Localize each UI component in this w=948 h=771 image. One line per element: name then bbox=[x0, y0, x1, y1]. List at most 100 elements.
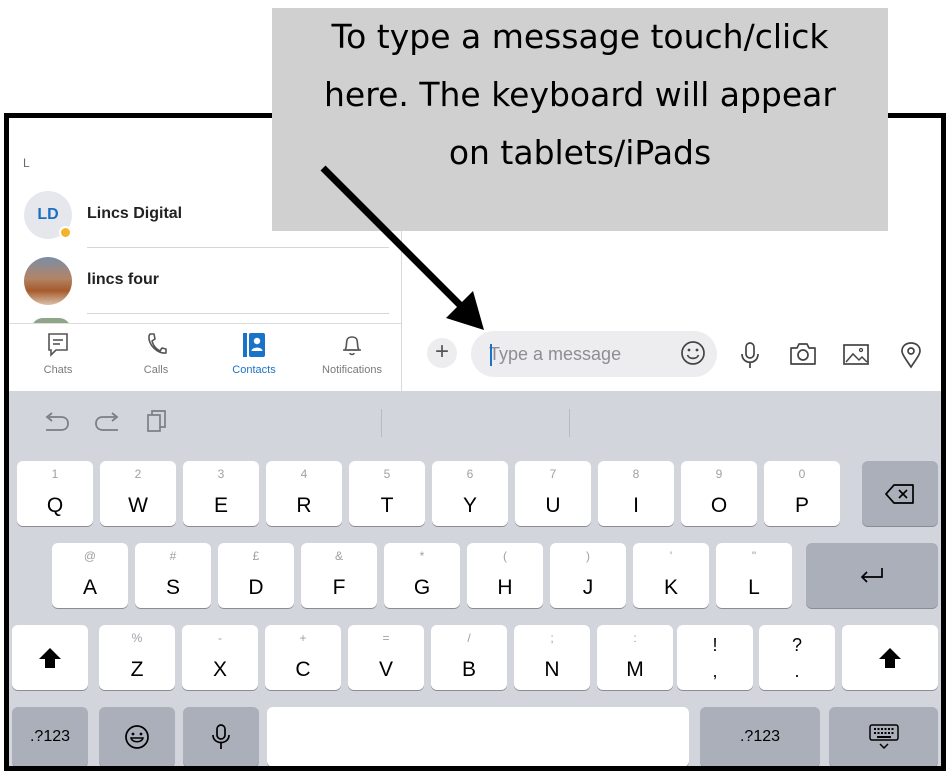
key-question[interactable]: ? . bbox=[759, 625, 835, 690]
chat-icon bbox=[48, 333, 68, 357]
contact-name: lincs four bbox=[87, 271, 160, 288]
key-f[interactable]: & F bbox=[301, 543, 377, 608]
key-letter: F bbox=[332, 576, 346, 599]
key-exclamation[interactable]: ! , bbox=[677, 625, 753, 690]
key-j[interactable]: ) J bbox=[550, 543, 626, 608]
microphone-icon[interactable] bbox=[739, 341, 761, 371]
key-p[interactable]: 0P bbox=[764, 461, 840, 526]
tab-label: Calls bbox=[143, 364, 169, 376]
key-h[interactable]: (H bbox=[467, 543, 543, 608]
key-hint: 8 bbox=[632, 467, 640, 481]
contact-name: Lincs Digital bbox=[87, 205, 183, 222]
key-n[interactable]: ; N bbox=[514, 625, 590, 690]
key-d[interactable]: £ D bbox=[218, 543, 294, 608]
emoji-icon[interactable] bbox=[680, 340, 706, 366]
key-letter: B bbox=[461, 658, 476, 681]
key-s[interactable]: # S bbox=[135, 543, 211, 608]
key-label: .?123 bbox=[29, 728, 71, 745]
emoji-icon bbox=[125, 725, 149, 749]
tab-label: Contacts bbox=[232, 364, 276, 376]
key-hint: 7 bbox=[549, 467, 557, 481]
dictation-key[interactable] bbox=[183, 707, 259, 766]
image-icon[interactable] bbox=[842, 341, 870, 367]
hide-keyboard-key[interactable] bbox=[829, 707, 938, 766]
return-icon bbox=[860, 567, 883, 583]
key-hint: 9 bbox=[715, 467, 723, 481]
key-letter: T bbox=[380, 494, 394, 517]
key-v[interactable]: = V bbox=[348, 625, 424, 690]
toolbar-divider bbox=[381, 409, 382, 437]
key-letter: J bbox=[582, 576, 594, 599]
return-key[interactable] bbox=[806, 543, 938, 608]
contacts-icon bbox=[243, 333, 265, 357]
contact-row-lincs-four[interactable]: lincs four bbox=[9, 248, 401, 314]
tab-contacts[interactable]: Contacts bbox=[205, 332, 303, 376]
redo-icon[interactable] bbox=[93, 411, 123, 433]
location-icon[interactable] bbox=[900, 341, 922, 369]
key-hint: # bbox=[169, 549, 177, 563]
callout-line: on tablets/iPads bbox=[448, 133, 712, 172]
undo-icon[interactable] bbox=[41, 411, 71, 433]
shift-key-right[interactable] bbox=[842, 625, 938, 690]
key-t[interactable]: 5T bbox=[349, 461, 425, 526]
key-y[interactable]: 6Y bbox=[432, 461, 508, 526]
key-hint: % bbox=[131, 631, 143, 645]
emoji-key[interactable] bbox=[99, 707, 175, 766]
key-z[interactable]: % Z bbox=[99, 625, 175, 690]
key-letter: U bbox=[545, 494, 561, 517]
key-hint: 3 bbox=[217, 467, 225, 481]
key-bottom-char: , bbox=[712, 661, 718, 681]
key-letter: S bbox=[165, 576, 180, 599]
key-m[interactable]: :M bbox=[597, 625, 673, 690]
key-letter: Z bbox=[130, 658, 144, 681]
key-hint: = bbox=[382, 631, 390, 645]
numbers-key-left[interactable]: .?123 bbox=[12, 707, 88, 766]
section-letter: L bbox=[23, 156, 30, 170]
key-a[interactable]: @ A bbox=[52, 543, 128, 608]
key-w[interactable]: 2W bbox=[100, 461, 176, 526]
key-e[interactable]: 3E bbox=[183, 461, 259, 526]
key-g[interactable]: * G bbox=[384, 543, 460, 608]
backspace-key[interactable] bbox=[862, 461, 938, 526]
key-r[interactable]: 4R bbox=[266, 461, 342, 526]
key-l[interactable]: " L bbox=[716, 543, 792, 608]
key-hint: - bbox=[218, 631, 222, 645]
key-hint: 6 bbox=[466, 467, 474, 481]
key-hint: ) bbox=[586, 549, 590, 563]
key-hint: £ bbox=[252, 549, 260, 563]
key-bottom-char: . bbox=[794, 661, 800, 681]
space-bar[interactable] bbox=[267, 707, 689, 766]
key-k[interactable]: ' K bbox=[633, 543, 709, 608]
camera-icon[interactable] bbox=[789, 341, 817, 367]
shift-key-left[interactable] bbox=[12, 625, 88, 690]
key-letter: Q bbox=[46, 494, 64, 517]
key-letter: G bbox=[413, 576, 431, 599]
status-away-badge bbox=[59, 226, 72, 239]
key-label: .?123 bbox=[739, 728, 781, 745]
add-attachment-button[interactable]: + bbox=[427, 338, 457, 368]
key-o[interactable]: 9O bbox=[681, 461, 757, 526]
instruction-callout: To type a message touch/click here. The … bbox=[272, 8, 888, 231]
numbers-key-right[interactable]: .?123 bbox=[700, 707, 820, 766]
key-hint: " bbox=[751, 549, 757, 563]
key-u[interactable]: 7U bbox=[515, 461, 591, 526]
tab-calls[interactable]: Calls bbox=[107, 332, 205, 376]
key-letter: E bbox=[213, 494, 228, 517]
tab-notifications[interactable]: Notifications bbox=[303, 332, 401, 376]
key-hint: / bbox=[467, 631, 471, 645]
key-letter: O bbox=[710, 494, 728, 517]
shift-icon bbox=[39, 647, 61, 668]
key-letter: A bbox=[82, 576, 97, 599]
microphone-icon bbox=[212, 724, 230, 749]
key-letter: K bbox=[663, 576, 678, 599]
key-i[interactable]: 8I bbox=[598, 461, 674, 526]
paste-icon[interactable] bbox=[145, 407, 169, 435]
key-b[interactable]: / B bbox=[431, 625, 507, 690]
key-q[interactable]: 1Q bbox=[17, 461, 93, 526]
key-hint: 0 bbox=[798, 467, 806, 481]
key-letter: R bbox=[296, 494, 312, 517]
key-x[interactable]: -X bbox=[182, 625, 258, 690]
tab-chats[interactable]: Chats bbox=[9, 332, 107, 376]
key-hint: : bbox=[633, 631, 637, 645]
key-c[interactable]: + C bbox=[265, 625, 341, 690]
